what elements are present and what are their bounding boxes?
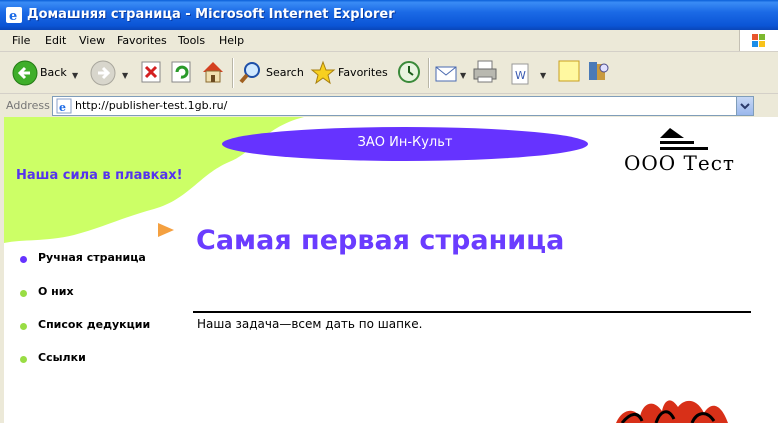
favorites-button[interactable]: Favorites [310, 58, 390, 88]
svg-text:e: e [9, 9, 17, 23]
ie-icon: e [6, 7, 22, 23]
menu-favorites[interactable]: Favorites [117, 34, 167, 47]
back-dropdown-icon[interactable]: ▼ [72, 71, 78, 80]
nav-bullet [20, 356, 27, 363]
print-icon[interactable] [472, 58, 498, 88]
address-bar: Address e http://publisher-test.1gb.ru/ [0, 93, 778, 118]
menu-tools[interactable]: Tools [178, 34, 205, 47]
back-arrow-icon [12, 60, 38, 86]
favorites-label: Favorites [338, 66, 388, 79]
body-text: Наша задача—всем дать по шапке. [197, 317, 423, 331]
forward-arrow-icon [90, 60, 116, 86]
toolbar: Back ▼ ▼ Search Favorites ▼ W ▼ [0, 52, 778, 93]
nav-bullet [20, 256, 27, 263]
nav-bullet [20, 323, 27, 330]
address-input[interactable]: e http://publisher-test.1gb.ru/ [52, 96, 754, 116]
web-page: ЗАО Ин-Культ ООО Тест Наша сила в плавка… [4, 117, 778, 423]
menu-file[interactable]: File [12, 34, 30, 47]
edit-word-icon: W [511, 63, 529, 85]
address-label: Address [6, 99, 50, 112]
svg-text:e: e [59, 101, 66, 114]
messenger-icon[interactable] [586, 58, 612, 88]
company-name: ЗАО Ин-Культ [357, 135, 453, 150]
nav-item-manual-page[interactable]: Ручная страница [20, 251, 190, 267]
edit-dropdown-icon[interactable]: ▼ [540, 71, 546, 80]
menu-bar: File Edit View Favorites Tools Help [0, 30, 778, 52]
search-button[interactable]: Search [238, 58, 304, 88]
nav-item-label: Ссылки [38, 351, 86, 364]
go-dropdown-icon[interactable] [736, 97, 753, 115]
logo-text: ООО Тест [624, 151, 735, 175]
title-bar: e Домашняя страница - Microsoft Internet… [0, 0, 778, 30]
page-heading: Самая первая страница [196, 225, 565, 256]
menu-help[interactable]: Help [219, 34, 244, 47]
forward-button[interactable]: ▼ [90, 58, 132, 88]
orange-triangle-icon [158, 223, 174, 237]
window-title: Домашняя страница - Microsoft Internet E… [27, 7, 395, 22]
toolbar-separator [428, 58, 430, 88]
tagline: Наша сила в плавках! [16, 168, 183, 183]
nav-bullet [20, 290, 27, 297]
mail-button[interactable]: ▼ [434, 58, 470, 88]
nav-item-label: О них [38, 285, 74, 298]
toolbar-separator [232, 58, 234, 88]
svg-text:W: W [515, 69, 526, 82]
back-label: Back [40, 66, 67, 79]
flame-decoration-icon [616, 400, 728, 423]
mail-dropdown-icon[interactable]: ▼ [460, 71, 466, 80]
windows-flag-icon [752, 34, 765, 47]
menu-view[interactable]: View [79, 34, 105, 47]
ie-page-icon: e [56, 98, 72, 114]
stop-icon[interactable] [140, 58, 162, 88]
nav-item-deduction-list[interactable]: Список дедукции [20, 318, 190, 334]
nav-item-label: Ручная страница [38, 251, 146, 264]
home-icon[interactable] [200, 58, 226, 88]
nav-item-label: Список дедукции [38, 318, 151, 331]
edit-button[interactable]: W ▼ [508, 58, 550, 88]
history-icon[interactable] [396, 58, 422, 88]
discuss-icon[interactable] [556, 58, 582, 88]
menu-edit[interactable]: Edit [45, 34, 66, 47]
search-icon [239, 62, 260, 84]
favorites-star-icon [310, 60, 336, 85]
mail-icon [435, 66, 457, 82]
nav-item-links[interactable]: Ссылки [20, 351, 190, 367]
heading-divider [193, 311, 751, 313]
nav-item-about-them[interactable]: О них [20, 285, 190, 301]
forward-dropdown-icon[interactable]: ▼ [122, 71, 128, 80]
address-url: http://publisher-test.1gb.ru/ [75, 99, 228, 112]
refresh-icon[interactable] [170, 58, 192, 88]
search-label: Search [266, 66, 304, 79]
back-button[interactable]: Back ▼ [10, 58, 86, 88]
windows-logo [739, 30, 778, 51]
